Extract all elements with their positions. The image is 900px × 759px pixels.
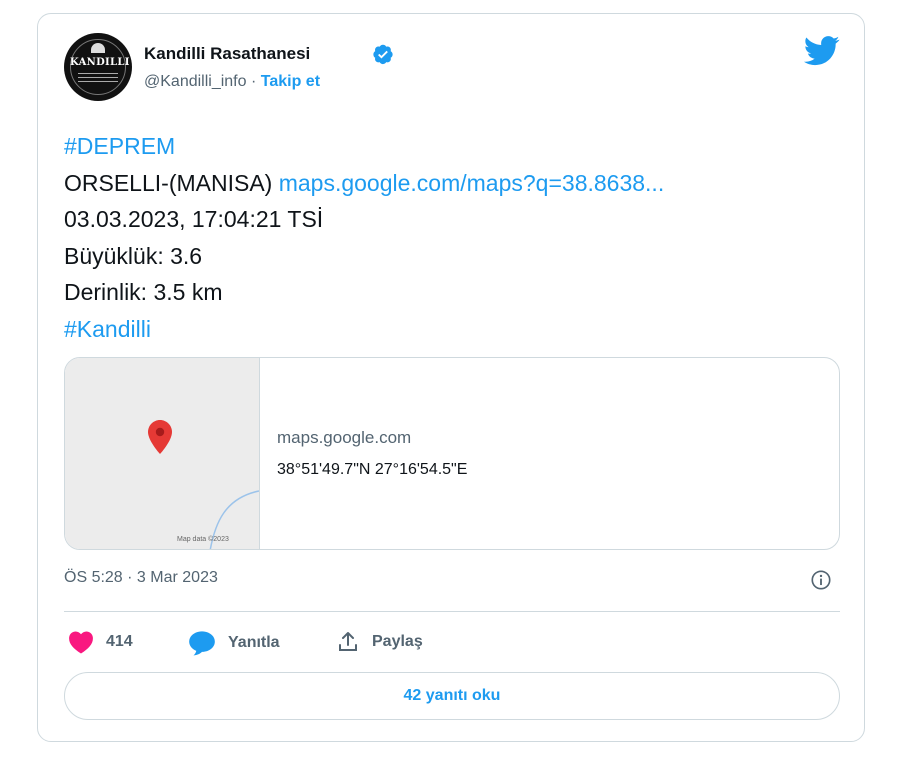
share-icon [339,632,357,651]
map-pin-icon [148,420,172,459]
hashtag-kandilli-link[interactable]: #Kandilli [64,316,151,342]
location-text: ORSELLI-(MANISA) [64,169,279,196]
read-replies-label: 42 yanıtı oku [403,687,501,704]
handle-row: @Kandilli_info · Takip et [144,73,320,91]
datetime-text: 03.03.2023, 17:04:21 TSİ [64,206,324,232]
tweet-text: #DEPREM ORSELLI-(MANISA) maps.google.com… [64,128,854,347]
divider [64,611,840,612]
map-url-link[interactable]: maps.google.com/maps?q=38.8638... [279,170,665,196]
reply-bubble-icon [189,631,215,656]
hashtag-deprem-link[interactable]: #DEPREM [64,133,175,159]
map-thumbnail: Map data ©2023 [65,358,260,549]
reply-button[interactable]: Yanıtla [188,630,280,656]
link-domain: maps.google.com [277,428,412,447]
share-button[interactable]: Paylaş [336,630,423,654]
author-handle[interactable]: @Kandilli_info [144,73,247,90]
magnitude-text: Büyüklük: 3.6 [64,242,203,269]
share-label: Paylaş [372,633,423,650]
map-attribution: Map data ©2023 [177,536,229,543]
verified-badge-icon [372,43,394,70]
link-preview-card[interactable]: Map data ©2023 maps.google.com 38°51'49.… [64,357,840,550]
reply-label: Yanıtla [228,634,280,651]
author-name[interactable]: Kandilli Rasathanesi [144,44,310,64]
handle-separator: · [246,73,261,90]
tweet-timestamp[interactable]: ÖS 5:28 · 3 Mar 2023 [64,569,218,587]
link-coordinates: 38°51'49.7"N 27°16'54.5"E [277,461,468,478]
like-button[interactable]: 414 [68,630,133,654]
follow-button[interactable]: Takip et [261,73,320,90]
twitter-bird-icon[interactable] [804,36,840,71]
tweet-embed-card: KANDILLI Kandilli Rasathanesi @Kandilli_… [37,13,865,742]
like-count: 414 [106,633,133,650]
avatar-logo-text: KANDILLI [70,57,130,68]
heart-icon [69,631,93,654]
read-replies-button[interactable]: 42 yanıtı oku [64,672,840,720]
depth-text: Derinlik: 3.5 km [64,279,223,305]
avatar-lines [78,73,118,85]
info-icon[interactable] [810,569,832,596]
avatar[interactable]: KANDILLI [64,33,132,101]
avatar-dome-shape [91,43,105,53]
